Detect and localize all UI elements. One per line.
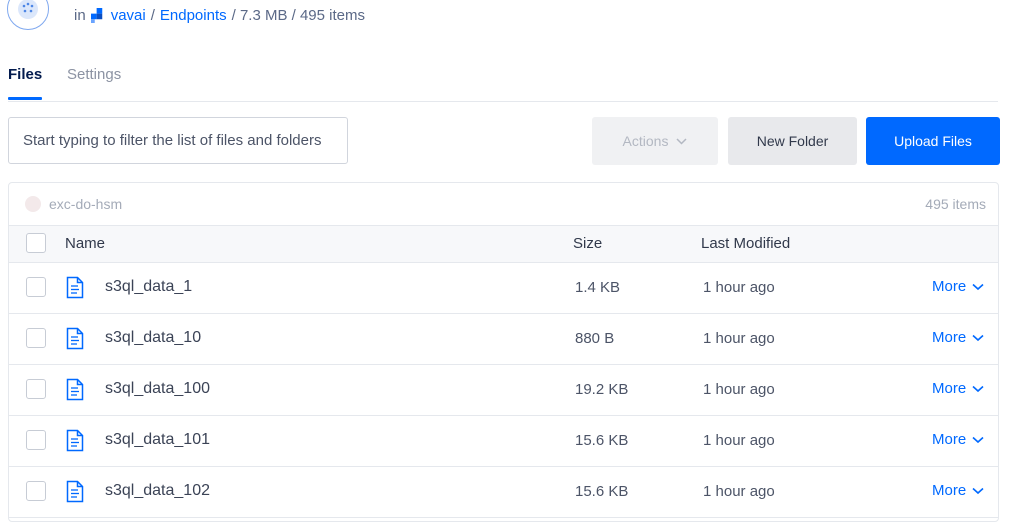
more-label: More <box>932 278 967 295</box>
more-label: More <box>932 329 967 346</box>
file-last-modified: 1 hour ago <box>703 330 775 347</box>
project-icon <box>90 8 102 23</box>
breadcrumb-separator: / <box>150 7 155 24</box>
breadcrumb: in vavai / Endpoints / 7.3 MB / 495 item… <box>74 7 365 24</box>
breadcrumb-section-link[interactable]: Endpoints <box>160 7 227 24</box>
row-checkbox[interactable] <box>26 481 46 501</box>
chevron-down-icon <box>972 487 984 494</box>
chevron-down-icon <box>972 436 984 443</box>
row-checkbox[interactable] <box>26 277 46 297</box>
more-label: More <box>932 482 967 499</box>
file-size: 15.6 KB <box>575 432 629 449</box>
upload-files-label: Upload Files <box>894 133 972 149</box>
file-last-modified: 1 hour ago <box>703 279 775 296</box>
space-mini-avatar-icon <box>25 196 41 212</box>
file-icon <box>66 429 84 452</box>
table-row[interactable]: s3ql_data_102 15.6 KB 1 hour ago More <box>9 467 998 518</box>
column-last-modified[interactable]: Last Modified <box>701 235 790 252</box>
file-name[interactable]: s3ql_data_101 <box>105 431 210 449</box>
tab-files[interactable]: Files <box>8 66 43 100</box>
file-name[interactable]: s3ql_data_100 <box>105 380 210 398</box>
more-menu-button[interactable]: More <box>932 380 984 397</box>
more-label: More <box>932 380 967 397</box>
more-menu-button[interactable]: More <box>932 278 984 295</box>
more-menu-button[interactable]: More <box>932 482 984 499</box>
column-name[interactable]: Name <box>65 235 105 252</box>
chevron-down-icon <box>972 385 984 392</box>
file-last-modified: 1 hour ago <box>703 483 775 500</box>
item-count: 495 items <box>925 196 986 212</box>
upload-files-button[interactable]: Upload Files <box>866 117 1000 165</box>
file-icon <box>66 480 84 503</box>
new-folder-label: New Folder <box>756 133 829 149</box>
table-header: Name Size Last Modified <box>9 226 998 263</box>
breadcrumb-prefix: in <box>74 7 86 24</box>
file-name[interactable]: s3ql_data_102 <box>105 482 210 500</box>
file-icon <box>66 276 84 299</box>
actions-button-label: Actions <box>622 133 669 149</box>
space-name: exc-do-hsm <box>49 196 123 212</box>
table-row[interactable]: s3ql_data_10 880 B 1 hour ago More <box>9 314 998 365</box>
chevron-down-icon <box>972 283 984 290</box>
chevron-down-icon <box>676 137 687 145</box>
table-row[interactable]: s3ql_data_101 15.6 KB 1 hour ago More <box>9 416 998 467</box>
column-size[interactable]: Size <box>573 235 602 252</box>
tab-bar: Files Settings <box>8 60 998 102</box>
file-last-modified: 1 hour ago <box>703 432 775 449</box>
row-checkbox[interactable] <box>26 379 46 399</box>
breadcrumb-meta: / 7.3 MB / 495 items <box>231 7 365 24</box>
space-avatar <box>7 0 49 30</box>
more-menu-button[interactable]: More <box>932 329 984 346</box>
chevron-down-icon <box>972 334 984 341</box>
tab-settings[interactable]: Settings <box>67 66 121 83</box>
file-list-panel: exc-do-hsm 495 items Name Size Last Modi… <box>8 182 999 522</box>
more-menu-button[interactable]: More <box>932 431 984 448</box>
file-icon <box>66 378 84 401</box>
more-label: More <box>932 431 967 448</box>
new-folder-button[interactable]: New Folder <box>728 117 857 165</box>
file-size: 1.4 KB <box>575 279 621 296</box>
file-size: 15.6 KB <box>575 483 629 500</box>
filter-input[interactable] <box>8 117 348 164</box>
file-rows: s3ql_data_1 1.4 KB 1 hour ago More s3ql_… <box>9 263 998 518</box>
file-size: 19.2 KB <box>575 381 629 398</box>
file-size: 880 B <box>575 330 615 347</box>
row-checkbox[interactable] <box>26 328 46 348</box>
space-avatar-icon <box>18 0 38 19</box>
file-icon <box>66 327 84 350</box>
actions-button[interactable]: Actions <box>592 117 718 165</box>
row-checkbox[interactable] <box>26 430 46 450</box>
file-last-modified: 1 hour ago <box>703 381 775 398</box>
table-row[interactable]: s3ql_data_100 19.2 KB 1 hour ago More <box>9 365 998 416</box>
breadcrumb-project-link[interactable]: vavai <box>111 7 146 24</box>
panel-header: exc-do-hsm 495 items <box>9 183 998 226</box>
file-name[interactable]: s3ql_data_1 <box>105 278 192 296</box>
file-name[interactable]: s3ql_data_10 <box>105 329 201 347</box>
table-row[interactable]: s3ql_data_1 1.4 KB 1 hour ago More <box>9 263 998 314</box>
select-all-checkbox[interactable] <box>26 233 46 253</box>
